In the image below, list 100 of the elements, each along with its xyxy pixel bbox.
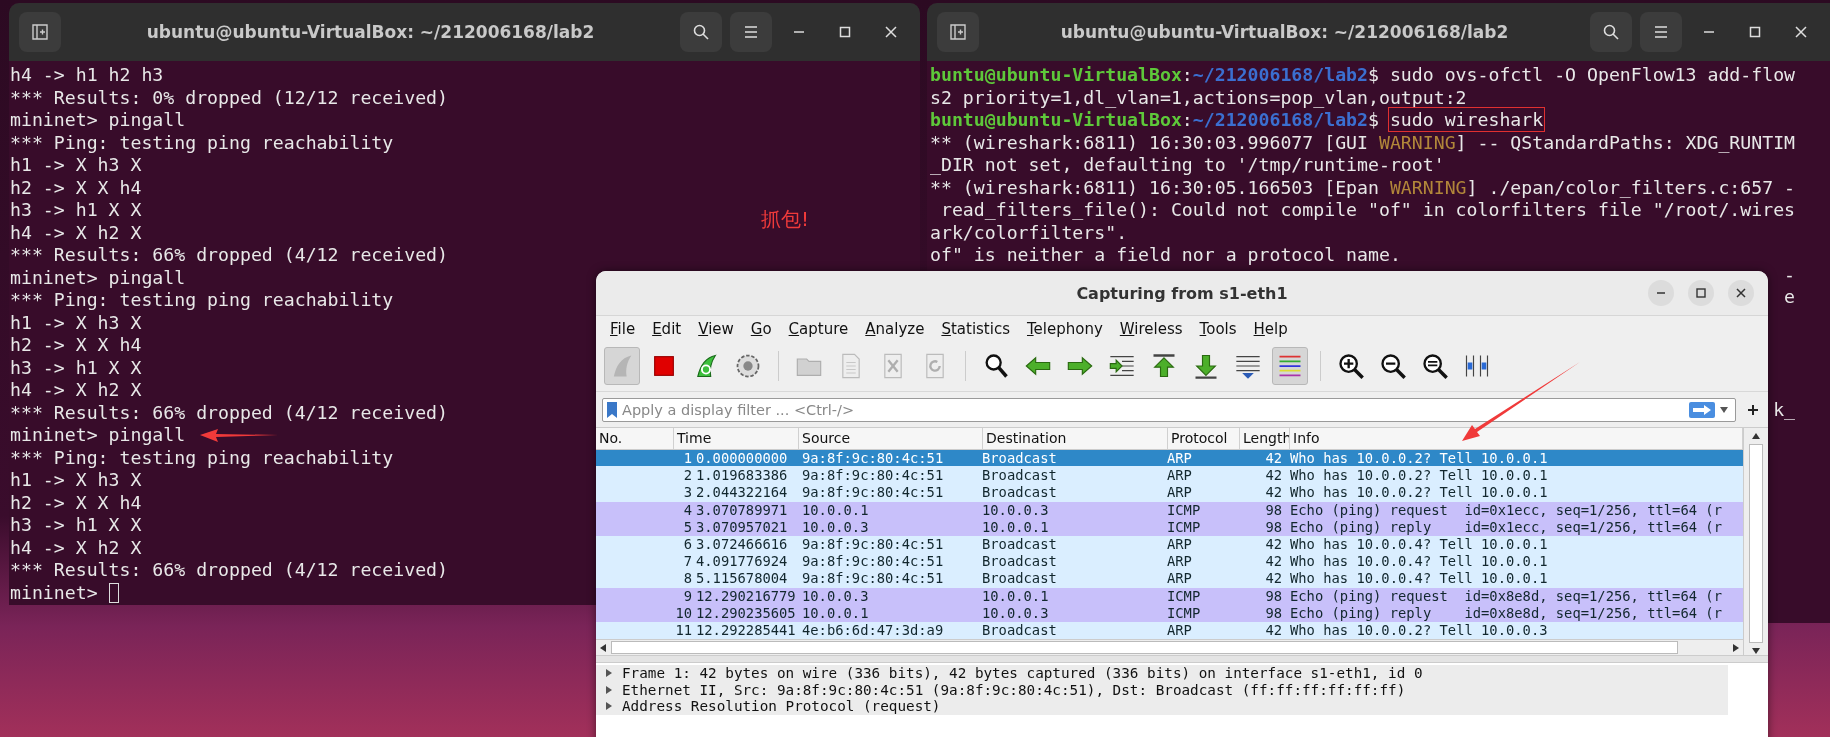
menu-item[interactable]: Help <box>1253 320 1288 338</box>
terminal-line: *** Ping: testing ping reachability <box>10 131 394 154</box>
menu-item[interactable]: Go <box>750 320 772 338</box>
gear-icon <box>734 352 762 380</box>
terminal-line: h4 -> X h2 X <box>10 536 142 559</box>
terminal-line: - <box>1784 263 1796 285</box>
minimize-icon <box>1657 292 1665 294</box>
search-icon <box>1602 23 1620 41</box>
minimize-icon <box>794 31 804 33</box>
terminal-line: h3 -> h1 X X <box>10 356 142 379</box>
expand-arrow-icon[interactable] <box>605 668 613 679</box>
terminal-line: h2 -> X X h4 <box>10 491 142 514</box>
zoom-reset-icon <box>1421 352 1449 380</box>
menu-icon <box>742 23 760 41</box>
terminal-line: *** Results: 66% dropped (4/12 received) <box>10 244 448 267</box>
terminal-line: h4 -> X h2 X <box>10 379 142 402</box>
terminal-line: h3 -> h1 X X <box>10 514 142 537</box>
terminal-line: *** Results: 0% dropped (12/12 received) <box>10 86 448 109</box>
window-title: ubuntu@ubuntu-VirtualBox: ~/212006168/lab2 <box>1059 22 1510 42</box>
terminal-line: buntu@ubuntu-VirtualBox:~/212006168/lab2$ sudo wireshark <box>930 109 1544 132</box>
window-title: Capturing from s1-eth1 <box>1076 283 1288 303</box>
terminal-line: mininet> pingall <box>10 424 186 447</box>
search-button[interactable] <box>1590 12 1632 52</box>
search-icon <box>692 23 710 41</box>
terminal-line: *** Results: 66% dropped (4/12 received) <box>10 559 448 582</box>
zoom-in-icon <box>1337 352 1365 380</box>
close-button[interactable] <box>1728 280 1754 306</box>
menu-item[interactable]: Wireless <box>1119 320 1183 338</box>
menu-item[interactable]: Telephony <box>1027 320 1103 338</box>
terminal-line: ** (wireshark:6811) 16:30:03.996077 [GUI WARNING] -- QStandardPaths: XDG_RUNTIM <box>930 131 1796 154</box>
vertical-scrollbar[interactable] <box>1743 428 1768 656</box>
minimize-button[interactable] <box>1648 280 1674 306</box>
terminal-line: h4 -> h1 h2 h3 <box>10 64 164 87</box>
maximize-icon <box>838 25 852 39</box>
packet-row[interactable]: 3 2.044322164 9a:8f:9c:80:4c:51 Broadcast ARP 42 Who has 10.0.0.2? Tell 10.0.0.1 <box>596 484 1743 502</box>
column-header[interactable]: Source <box>799 428 983 449</box>
menu-item[interactable]: View <box>698 320 734 338</box>
maximize-button[interactable] <box>1688 280 1714 306</box>
search-button[interactable] <box>680 12 722 52</box>
packet-row[interactable]: 2 1.019683386 9a:8f:9c:80:4c:51 Broadcast ARP 42 Who has 10.0.0.2? Tell 10.0.0.1 <box>596 467 1743 485</box>
scroll-right-icon[interactable] <box>1732 642 1740 653</box>
terminal-line: read_filters_file(): Could not compile "of" in colorfilters file "/root/.wires <box>939 199 1796 222</box>
terminal-line: mininet> <box>10 581 98 604</box>
menu-icon <box>1652 23 1670 41</box>
maximize-icon <box>1748 25 1762 39</box>
terminal-line: buntu@ubuntu-VirtualBox:~/212006168/lab2$ sudo ovs-ofctl -O OpenFlow13 add-flow <box>930 64 1796 87</box>
menu-item[interactable]: Analyze <box>865 320 925 338</box>
column-header[interactable]: Destination <box>983 428 1168 449</box>
window-title: ubuntu@ubuntu-VirtualBox: ~/212006168/lab2 <box>145 22 596 42</box>
terminal-line: h4 -> X h2 X <box>10 221 142 244</box>
packet-row[interactable]: 8 5.115678004 9a:8f:9c:80:4c:51 Broadcast ARP 42 Who has 10.0.0.4? Tell 10.0.0.1 <box>596 570 1743 588</box>
column-header[interactable]: Protocol <box>1168 428 1240 449</box>
new-tab-icon <box>949 23 967 41</box>
close-icon <box>1794 25 1808 39</box>
annotation-note: 抓包! <box>761 206 810 233</box>
column-header[interactable]: No. <box>596 428 674 449</box>
packet-row[interactable]: 7 4.091776924 9a:8f:9c:80:4c:51 Broadcast ARP 42 Who has 10.0.0.4? Tell 10.0.0.1 <box>596 553 1743 571</box>
terminal-line: h2 -> X X h4 <box>10 176 142 199</box>
terminal-line: _DIR not set, defaulting to '/tmp/runtime-root' <box>930 154 1445 177</box>
terminal-line: of" is neither a field nor a protocol name. <box>930 244 1401 267</box>
terminal-line: h1 -> X h3 X <box>10 311 142 334</box>
new-tab-icon <box>31 23 49 41</box>
horizontal-scrollbar[interactable] <box>596 639 1743 656</box>
expand-arrow-icon[interactable] <box>605 701 613 712</box>
zoom-out-icon <box>1379 352 1407 380</box>
terminal-line: h2 -> X X h4 <box>10 334 142 357</box>
menu-button[interactable] <box>730 12 772 52</box>
dropdown-caret-icon[interactable] <box>1719 406 1729 414</box>
scroll-up-icon[interactable] <box>1751 432 1761 440</box>
add-filter-icon[interactable] <box>1746 403 1760 417</box>
terminal-line: k_ <box>1773 398 1796 420</box>
menu-item[interactable]: File <box>610 320 636 338</box>
terminal-line: ** (wireshark:6811) 16:30:05.166503 [Epan WARNING] ./epan/color_filters.c:657 - <box>930 176 1796 199</box>
menu-button[interactable] <box>1640 12 1682 52</box>
terminal-line: ark/colorfilters". <box>930 221 1128 244</box>
expand-arrow-icon[interactable] <box>605 684 613 695</box>
close-icon <box>1735 287 1747 299</box>
scroll-left-icon[interactable] <box>599 642 607 653</box>
terminal-line: s2 priority=1,dl_vlan=1,actions=pop_vlan,output:2 <box>930 86 1467 109</box>
up-arrow-icon <box>1150 352 1178 380</box>
maximize-icon <box>1695 287 1707 299</box>
new-tab-button[interactable] <box>19 12 61 52</box>
terminal-line: h3 -> h1 X X <box>10 199 142 222</box>
terminal-line: e <box>1784 286 1796 307</box>
minimize-icon <box>1704 31 1714 33</box>
colorize-button[interactable] <box>1272 347 1308 385</box>
menu-item[interactable]: Tools <box>1199 320 1237 338</box>
terminal-line: mininet> pingall <box>10 109 186 132</box>
packet-row[interactable]: 1 0.000000000 9a:8f:9c:80:4c:51 Broadcast ARP 42 Who has 10.0.0.2? Tell 10.0.0.1 <box>596 450 1743 468</box>
terminal-line: *** Ping: testing ping reachability <box>10 289 394 312</box>
column-header[interactable]: Time <box>674 428 799 449</box>
terminal-line: h1 -> X h3 X <box>10 154 142 177</box>
new-tab-button[interactable] <box>937 12 979 52</box>
display-filter-field[interactable]: Apply a display filter ... <Ctrl-/> <box>602 398 1736 422</box>
bookmark-icon[interactable] <box>606 401 618 419</box>
filter-input[interactable]: Apply a display filter ... <Ctrl-/> <box>622 402 1685 418</box>
menu-item[interactable]: Capture <box>788 320 849 338</box>
terminal-line: mininet> pingall <box>10 266 186 289</box>
menu-item[interactable]: Edit <box>652 320 682 338</box>
menu-item[interactable]: Statistics <box>941 320 1010 338</box>
